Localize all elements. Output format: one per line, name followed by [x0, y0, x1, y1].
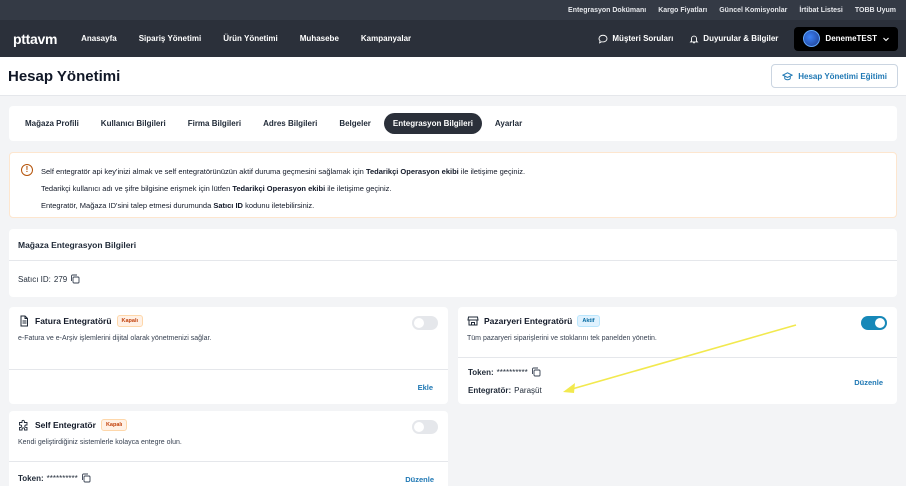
nav-item-orders[interactable]: Sipariş Yönetimi — [139, 34, 202, 43]
integrator-label: Entegratör: — [468, 386, 512, 395]
section-title: Mağaza Entegrasyon Bilgileri — [9, 229, 897, 261]
edit-button[interactable]: Düzenle — [854, 378, 883, 387]
edit-button[interactable]: Düzenle — [405, 475, 434, 484]
copy-icon[interactable] — [531, 367, 541, 377]
card-footer: Ekle — [9, 369, 448, 404]
navbar-right: Müşteri Soruları Duyurular & Bilgiler De… — [598, 26, 898, 51]
seller-id-label: Satıcı ID: — [18, 274, 51, 284]
token-value: ********** — [46, 473, 78, 483]
info-line-2: Tedarikçi kullanıcı adı ve şifre bilgisi… — [41, 180, 886, 197]
training-button-label: Hesap Yönetimi Eğitimi — [798, 71, 887, 81]
info-line-3: Entegratör, Mağaza ID'sini talep etmesi … — [41, 197, 886, 214]
topbar-link-commissions[interactable]: Güncel Komisyonlar — [719, 7, 787, 14]
top-utility-bar: Entegrasyon Dokümanı Kargo Fiyatları Gün… — [0, 0, 906, 20]
announcements-label: Duyurular & Bilgiler — [703, 34, 779, 43]
info-bold: Satıcı ID — [213, 201, 243, 210]
tab-settings[interactable]: Ayarlar — [486, 113, 531, 134]
info-icon: ! — [21, 164, 33, 176]
account-tabs: Mağaza Profili Kullanıcı Bilgileri Firma… — [9, 106, 897, 141]
token-row: Token: ********** — [468, 367, 541, 377]
integrator-value: Paraşüt — [514, 386, 542, 395]
status-badge: Kapalı — [100, 419, 128, 431]
chat-icon — [598, 34, 608, 44]
info-notice: ! Self entegratör api key'inizi almak ve… — [9, 152, 897, 218]
store-icon — [467, 316, 479, 326]
avatar — [803, 30, 821, 47]
info-line-1: Self entegratör api key'inizi almak ve s… — [41, 163, 886, 180]
nav-item-products[interactable]: Ürün Yönetimi — [223, 34, 278, 43]
topbar-link-cargo-prices[interactable]: Kargo Fiyatları — [658, 7, 707, 14]
user-menu-button[interactable]: DenemeTEST — [794, 26, 898, 51]
chevron-down-icon — [883, 37, 889, 41]
card-description: Kendi geliştirdiğiniz sistemlerle kolayc… — [18, 439, 182, 446]
topbar-link-tobb[interactable]: TOBB Uyum — [855, 7, 896, 14]
card-description: e-Fatura ve e-Arşiv işlemlerini dijital … — [18, 335, 212, 342]
tab-integration-info[interactable]: Entegrasyon Bilgileri — [383, 113, 482, 134]
copy-icon[interactable] — [70, 274, 80, 284]
invoice-toggle[interactable] — [412, 316, 438, 330]
seller-id-row: Satıcı ID: 279 — [9, 261, 897, 297]
main-navbar: pttavm Anasayfa Sipariş Yönetimi Ürün Yö… — [0, 20, 906, 57]
training-button[interactable]: Hesap Yönetimi Eğitimi — [771, 64, 898, 88]
integrator-row: Entegratör: Paraşüt — [468, 386, 542, 395]
announcements-link[interactable]: Duyurular & Bilgiler — [689, 34, 778, 44]
tab-documents[interactable]: Belgeler — [330, 113, 380, 134]
customer-questions-link[interactable]: Müşteri Soruları — [598, 34, 673, 44]
self-integrator-card: Self Entegratör Kapalı Kendi geliştirdiğ… — [9, 411, 448, 486]
graduation-cap-icon — [782, 71, 794, 80]
token-value: ********** — [496, 367, 528, 377]
page-header: Hesap Yönetimi Hesap Yönetimi Eğitimi — [0, 57, 906, 96]
tab-address-info[interactable]: Adres Bilgileri — [254, 113, 326, 134]
puzzle-icon — [19, 419, 28, 431]
token-label: Token: — [468, 367, 494, 377]
nav-item-home[interactable]: Anasayfa — [81, 34, 117, 43]
bell-icon — [689, 35, 699, 43]
card-description: Tüm pazaryeri siparişlerini ve stokların… — [467, 335, 657, 342]
token-row: Token: ********** — [18, 473, 91, 483]
info-text: ile iletişime geçiniz. — [327, 184, 392, 193]
info-text: ile iletişime geçiniz. — [460, 167, 526, 176]
info-bold: Tedarikçi Operasyon ekibi — [232, 184, 326, 193]
marketplace-integrator-card: Pazaryeri Entegratörü Aktif Tüm pazaryer… — [458, 307, 897, 404]
tab-user-info[interactable]: Kullanıcı Bilgileri — [92, 113, 175, 134]
card-title: Pazaryeri Entegratörü — [484, 316, 573, 326]
info-text: Entegratör, Mağaza ID'sini talep etmesi … — [41, 201, 212, 210]
logo[interactable]: pttavm — [13, 31, 57, 47]
store-integration-section: Mağaza Entegrasyon Bilgileri Satıcı ID: … — [9, 229, 897, 297]
topbar-link-integration-docs[interactable]: Entegrasyon Dokümanı — [568, 7, 646, 14]
seller-id-value: 279 — [53, 274, 68, 284]
nav-item-campaigns[interactable]: Kampanyalar — [361, 34, 411, 43]
customer-questions-label: Müşteri Soruları — [612, 34, 674, 43]
info-bold: Tedarikçi Operasyon ekibi — [365, 167, 459, 176]
nav-item-accounting[interactable]: Muhasebe — [300, 34, 339, 43]
user-name: DenemeTEST — [825, 34, 877, 43]
token-label: Token: — [18, 473, 44, 483]
document-icon — [20, 315, 28, 327]
card-title: Fatura Entegratörü — [35, 316, 112, 326]
info-text: Self entegratör api key'inizi almak ve s… — [41, 167, 364, 176]
tab-store-profile[interactable]: Mağaza Profili — [16, 113, 88, 134]
status-badge: Kapalı — [116, 315, 144, 327]
card-footer: Token: ********** Entegratör: Paraşüt Dü… — [458, 357, 897, 404]
card-footer: Token: ********** Düzenle — [9, 461, 448, 486]
self-integrator-toggle[interactable] — [412, 420, 438, 434]
marketplace-toggle[interactable] — [861, 316, 887, 330]
tab-company-info[interactable]: Firma Bilgileri — [179, 113, 250, 134]
status-badge: Aktif — [577, 315, 600, 327]
info-text: Tedarikçi kullanıcı adı ve şifre bilgisi… — [41, 184, 231, 193]
card-title: Self Entegratör — [35, 420, 96, 430]
page-title: Hesap Yönetimi — [8, 67, 121, 85]
info-text: kodunu iletebilirsiniz. — [245, 201, 315, 210]
invoice-integrator-card: Fatura Entegratörü Kapalı e-Fatura ve e-… — [9, 307, 448, 404]
topbar-link-contact-list[interactable]: İrtibat Listesi — [799, 7, 843, 14]
add-button[interactable]: Ekle — [418, 383, 433, 392]
copy-icon[interactable] — [81, 473, 91, 483]
